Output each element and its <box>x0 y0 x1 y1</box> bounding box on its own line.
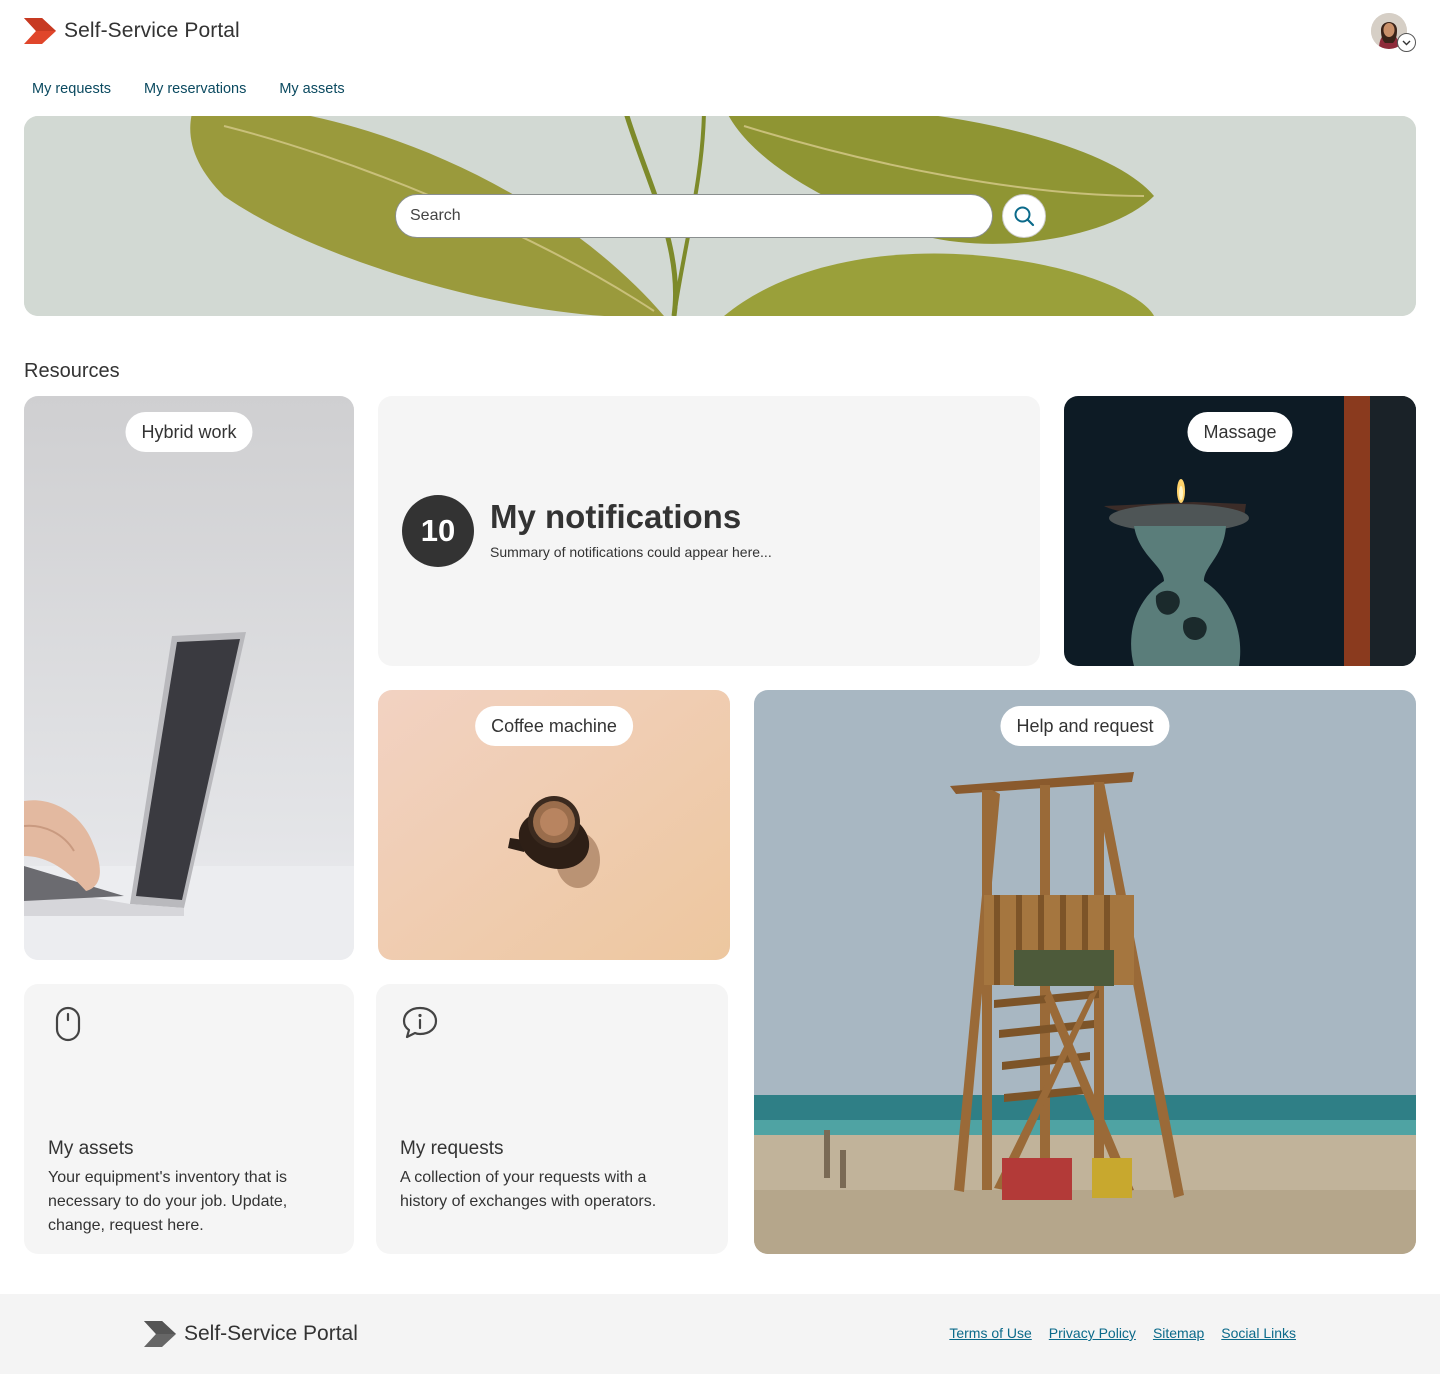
header: Self-Service Portal <box>0 0 1440 66</box>
hybrid-work-card[interactable]: Hybrid work <box>24 396 354 960</box>
chevron-logo-icon <box>144 1321 176 1347</box>
notification-count-badge: 10 <box>402 495 474 567</box>
my-requests-description: A collection of your requests with a his… <box>400 1169 657 1210</box>
search-icon <box>1014 206 1035 227</box>
hybrid-work-label: Hybrid work <box>125 412 253 452</box>
coffee-machine-label: Coffee machine <box>475 706 633 746</box>
footer-brand[interactable]: Self-Service Portal <box>144 1319 358 1349</box>
info-chat-icon <box>402 1006 438 1039</box>
notifications-title: My notifications <box>490 498 742 535</box>
my-assets-title: My assets <box>48 1138 134 1159</box>
nav-my-assets[interactable]: My assets <box>271 79 352 99</box>
search-button[interactable] <box>1002 194 1046 238</box>
brand[interactable]: Self-Service Portal <box>24 16 240 46</box>
search-input[interactable] <box>395 194 993 238</box>
resources-heading: Resources <box>24 360 120 382</box>
coffee-machine-card[interactable]: Coffee machine <box>378 690 730 960</box>
chevron-logo-icon <box>24 18 56 44</box>
help-and-request-label: Help and request <box>1000 706 1170 746</box>
main-nav: My requests My reservations My assets <box>24 79 370 99</box>
my-requests-title: My requests <box>400 1138 504 1159</box>
chevron-down-icon[interactable] <box>1397 33 1416 52</box>
notifications-summary: Summary of notifications could appear he… <box>490 544 772 560</box>
footer: Self-Service Portal Terms of Use Privacy… <box>0 1294 1440 1374</box>
footer-link-social[interactable]: Social Links <box>1221 1325 1296 1341</box>
notifications-card[interactable]: 10 My notifications Summary of notificat… <box>378 396 1040 666</box>
help-and-request-card[interactable]: Help and request <box>754 690 1416 1254</box>
nav-my-requests[interactable]: My requests <box>24 79 119 99</box>
my-assets-description: Your equipment's inventory that is neces… <box>48 1169 288 1234</box>
footer-links: Terms of Use Privacy Policy Sitemap Soci… <box>932 1325 1296 1341</box>
footer-link-privacy[interactable]: Privacy Policy <box>1049 1325 1136 1341</box>
mouse-icon <box>55 1006 81 1042</box>
my-requests-card[interactable]: My requests A collection of your request… <box>376 984 728 1254</box>
massage-card[interactable]: Massage <box>1064 396 1416 666</box>
lifeguard-tower-image <box>754 690 1416 1254</box>
massage-label: Massage <box>1187 412 1293 452</box>
nav-my-reservations[interactable]: My reservations <box>136 79 254 99</box>
footer-link-sitemap[interactable]: Sitemap <box>1153 1325 1204 1341</box>
laptop-image <box>24 396 354 960</box>
portal-title: Self-Service Portal <box>64 19 240 42</box>
footer-title: Self-Service Portal <box>184 1322 358 1345</box>
hero-banner <box>24 116 1416 316</box>
my-assets-card[interactable]: My assets Your equipment's inventory tha… <box>24 984 354 1254</box>
user-menu[interactable] <box>1371 13 1417 53</box>
footer-link-terms[interactable]: Terms of Use <box>949 1325 1031 1341</box>
